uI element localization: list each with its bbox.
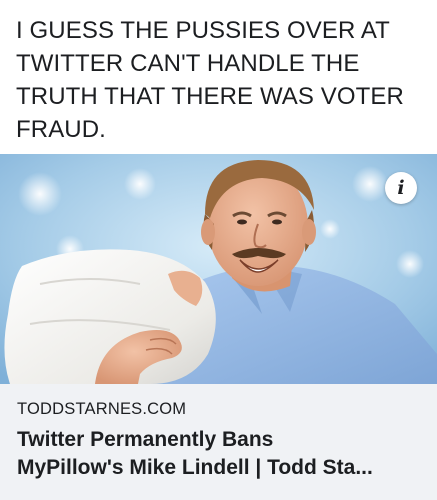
preview-photo [0,154,437,384]
link-preview-meta[interactable]: TODDSTARNES.COM Twitter Permanently Bans… [0,384,437,500]
shared-post: I GUESS THE PUSSIES OVER AT TWITTER CAN'… [0,0,437,500]
post-text: I GUESS THE PUSSIES OVER AT TWITTER CAN'… [16,17,404,143]
info-button[interactable]: i [385,172,417,204]
link-preview-image[interactable]: i [0,154,437,384]
info-icon: i [397,177,405,199]
link-preview-card[interactable]: i TODDSTARNES.COM Twitter Permanently Ba… [0,154,437,500]
link-headline[interactable]: Twitter Permanently Bans MyPillow's Mike… [17,426,422,482]
link-domain: TODDSTARNES.COM [17,400,187,418]
